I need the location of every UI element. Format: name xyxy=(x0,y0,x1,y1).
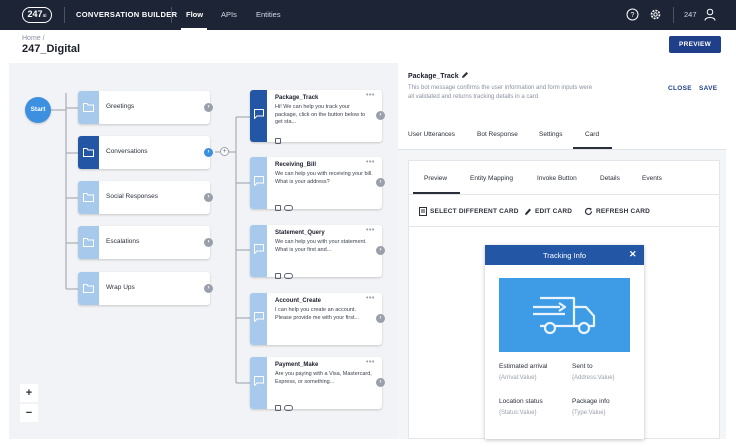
message-preview-text: We can help you with receiving your bill… xyxy=(275,171,373,185)
delivery-truck-icon xyxy=(533,296,596,335)
message-node-statement-query[interactable]: Statement_Query ••• We can help you with… xyxy=(250,225,385,279)
message-icon xyxy=(254,176,264,186)
message-title: Payment_Make xyxy=(275,362,319,368)
category-conversations[interactable]: Conversations › xyxy=(78,136,213,169)
message-icon xyxy=(254,244,264,254)
more-options-icon[interactable]: ••• xyxy=(366,359,375,366)
zoom-in-button[interactable]: + xyxy=(20,384,38,402)
chevron-right-icon[interactable]: › xyxy=(376,246,385,255)
chevron-right-icon[interactable]: › xyxy=(376,378,385,387)
folder-icon xyxy=(83,103,94,112)
refresh-card-button[interactable]: REFRESH CARD xyxy=(596,208,650,215)
save-button[interactable]: SAVE xyxy=(699,85,717,92)
card-icon xyxy=(275,138,281,144)
close-icon[interactable]: ✕ xyxy=(629,249,637,259)
message-icon xyxy=(254,376,264,386)
chevron-right-icon[interactable]: › xyxy=(376,178,385,187)
edit-card-button[interactable]: EDIT CARD xyxy=(535,208,572,215)
field-value: {Status:Value} xyxy=(499,410,537,416)
close-button[interactable]: CLOSE xyxy=(668,85,692,92)
tab-settings[interactable]: Settings xyxy=(539,131,563,138)
message-node-package-track[interactable]: Package_Track ••• Hi! We can help you tr… xyxy=(250,90,385,144)
category-escalations[interactable]: Escalations › xyxy=(78,226,213,259)
category-wrap-ups[interactable]: Wrap Ups › xyxy=(78,272,213,305)
message-node-payment-make[interactable]: Payment_Make ••• Are you paying with a V… xyxy=(250,357,385,411)
field-value: {Address:Value} xyxy=(572,375,615,381)
field-label: Sent to xyxy=(572,363,593,370)
subtab-details[interactable]: Details xyxy=(600,175,620,182)
message-title: Receiving_Bill xyxy=(275,162,317,168)
pencil-icon[interactable] xyxy=(461,71,469,79)
divider xyxy=(409,194,719,195)
subtab-events[interactable]: Events xyxy=(642,175,662,182)
category-label: Social Responses xyxy=(106,193,159,200)
tab-card[interactable]: Card xyxy=(585,131,599,138)
message-title: Statement_Query xyxy=(275,230,325,236)
card-icon xyxy=(275,205,281,211)
field-label: Location status xyxy=(499,398,543,405)
subtab-preview[interactable]: Preview xyxy=(424,175,447,182)
divider xyxy=(409,226,719,227)
message-preview-text: Are you paying with a Visa, Mastercard, … xyxy=(275,371,372,385)
card-icon xyxy=(275,273,281,279)
card-icon xyxy=(275,405,281,411)
chevron-right-icon[interactable]: › xyxy=(204,284,213,293)
folder-icon xyxy=(83,193,94,202)
field-label: Package info xyxy=(572,398,610,405)
more-options-icon[interactable]: ••• xyxy=(366,295,375,302)
field-label: Estimated arrival xyxy=(499,363,548,370)
subtab-invoke-button[interactable]: Invoke Button xyxy=(537,175,577,182)
message-preview-text: Hi! We can help you track your package, … xyxy=(275,104,366,125)
folder-icon xyxy=(83,284,94,293)
chevron-right-icon[interactable]: › xyxy=(376,111,385,120)
link-icon xyxy=(284,405,293,411)
category-label: Greetings xyxy=(106,103,135,110)
message-node-account-create[interactable]: Account_Create ••• I can help you create… xyxy=(250,293,385,345)
panel-description: This bot message confirms the user infor… xyxy=(408,85,593,100)
card-title: Tracking Info xyxy=(543,251,587,260)
tab-bot-response[interactable]: Bot Response xyxy=(477,131,518,138)
category-greetings[interactable]: Greetings › xyxy=(78,91,213,124)
card-icon xyxy=(419,207,427,216)
refresh-icon xyxy=(584,207,593,215)
subtab-entity-mapping[interactable]: Entity Mapping xyxy=(470,175,513,182)
folder-open-icon xyxy=(83,148,94,157)
add-node-icon[interactable]: + xyxy=(220,147,229,156)
zoom-out-button[interactable]: − xyxy=(20,404,38,422)
category-label: Wrap Ups xyxy=(106,284,135,291)
category-social-responses[interactable]: Social Responses › xyxy=(78,181,213,214)
category-label: Conversations xyxy=(106,148,148,155)
more-options-icon[interactable]: ••• xyxy=(366,92,375,99)
message-icon xyxy=(254,109,264,119)
chevron-right-icon[interactable]: › xyxy=(376,314,385,323)
select-different-card-button[interactable]: SELECT DIFFERENT CARD xyxy=(430,208,519,215)
message-node-receiving-bill[interactable]: Receiving_Bill ••• We can help you with … xyxy=(250,157,385,211)
link-icon xyxy=(284,273,293,279)
tab-user-utterances[interactable]: User Utterances xyxy=(408,131,455,138)
category-label: Escalations xyxy=(106,238,140,245)
folder-icon xyxy=(83,238,94,247)
message-title: Account_Create xyxy=(275,298,322,304)
more-options-icon[interactable]: ••• xyxy=(366,227,375,234)
field-value: {Type:Value} xyxy=(572,410,606,416)
field-value: {Arrival:Value} xyxy=(499,375,537,381)
chevron-right-icon[interactable]: › xyxy=(204,193,213,202)
chevron-right-icon[interactable]: › xyxy=(204,103,213,112)
link-icon xyxy=(284,205,293,211)
message-preview-text: We can help you with your statement. Wha… xyxy=(275,239,367,253)
start-node[interactable]: Start xyxy=(25,97,51,123)
panel-title: Package_Track xyxy=(408,71,469,80)
chevron-right-icon[interactable]: › xyxy=(204,148,213,157)
chevron-right-icon[interactable]: › xyxy=(204,238,213,247)
message-preview-text: I can help you create an account. Please… xyxy=(275,307,360,321)
message-icon xyxy=(254,312,264,322)
card-image xyxy=(499,278,630,352)
pencil-icon xyxy=(525,208,531,215)
message-title: Package_Track xyxy=(275,95,319,101)
more-options-icon[interactable]: ••• xyxy=(366,159,375,166)
